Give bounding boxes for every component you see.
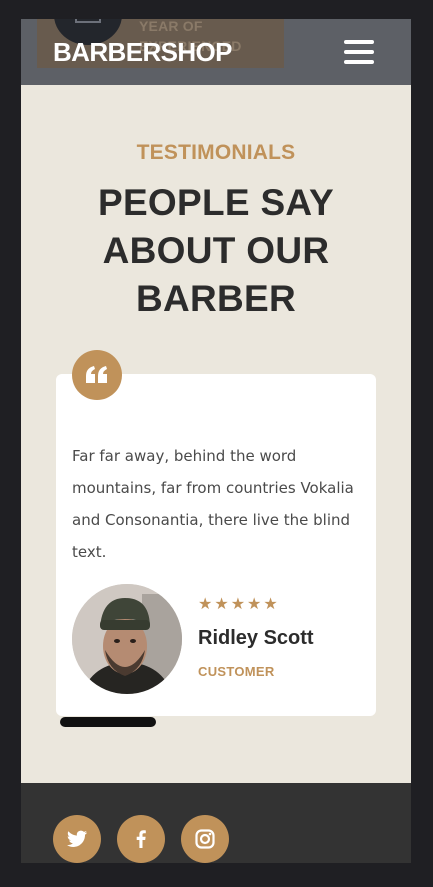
section-heading: PEOPLE SAY ABOUT OUR BARBER [21,179,411,323]
quote-icon [72,350,122,400]
customer-role: CUSTOMER [198,664,275,679]
phone-viewport: YEAR OF EXPERIENCED BARBERSHOP TESTIMONI… [21,19,411,863]
brand-logo[interactable]: BARBERSHOP [53,36,233,68]
site-header: YEAR OF EXPERIENCED BARBERSHOP [21,19,411,85]
heading-line-1: PEOPLE SAY [97,182,335,223]
customer-name: Ridley Scott [198,627,314,649]
section-eyebrow: TESTIMONIALS [136,141,296,164]
hamburger-menu-icon[interactable] [344,40,374,65]
testimonial-card: Far far away, behind the word mountains,… [56,374,376,716]
avatar [72,584,182,694]
heading-line-2: ABOUT OUR BARBER [102,230,330,319]
rating-stars: ★★★★★ [198,594,280,613]
site-footer [21,783,411,863]
facebook-icon[interactable] [117,815,165,863]
testimonial-text: Far far away, behind the word mountains,… [72,447,354,561]
carousel-pager-dot[interactable] [60,717,156,727]
twitter-icon[interactable] [53,815,101,863]
instagram-icon[interactable] [181,815,229,863]
calendar-icon [75,19,101,23]
